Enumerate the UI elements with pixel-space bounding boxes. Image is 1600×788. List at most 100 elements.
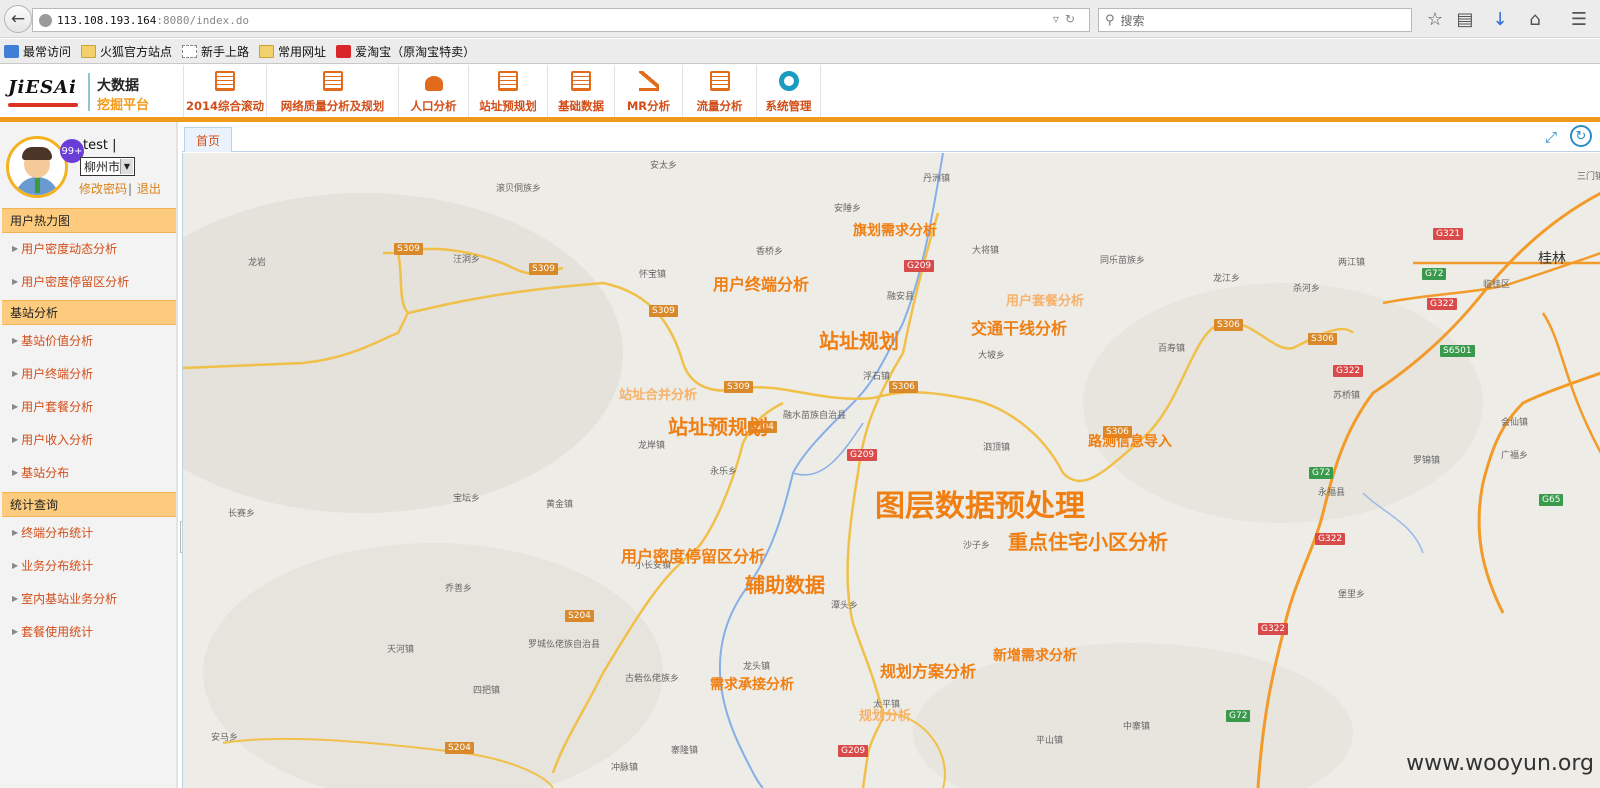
triangle-icon: ▶ bbox=[12, 594, 19, 603]
section-station[interactable]: 基站分析 bbox=[2, 300, 176, 325]
nav-item-base-data[interactable]: 基础数据 bbox=[548, 65, 615, 117]
road-tag: G65 bbox=[1539, 494, 1564, 506]
document-icon bbox=[498, 71, 518, 91]
map-view[interactable]: S309 S309 S309 S309 S204 G209 G209 S306 … bbox=[182, 153, 1600, 788]
bookmark-aitaobao[interactable]: 爱淘宝（原淘宝特卖） bbox=[336, 43, 475, 60]
reload-icon[interactable]: ▿↻ bbox=[1053, 12, 1081, 26]
change-password-link[interactable]: 修改密码 bbox=[79, 182, 127, 196]
town-label: 沙子乡 bbox=[963, 541, 991, 551]
nav-label: 站址预规划 bbox=[479, 99, 537, 113]
chart-icon bbox=[638, 71, 659, 91]
reading-list-icon[interactable]: ▤ bbox=[1454, 8, 1476, 30]
road-tag: S204 bbox=[565, 610, 594, 622]
road-tag: G321 bbox=[1433, 228, 1464, 240]
tab-home[interactable]: 首页 bbox=[184, 127, 232, 152]
logo-swoosh bbox=[8, 103, 78, 107]
menu-item-income[interactable]: ▶ 用户收入分析 bbox=[2, 423, 176, 456]
logo-text: JiESAi bbox=[8, 77, 77, 98]
bookmark-most-visited[interactable]: 最常访问 bbox=[4, 43, 71, 60]
nav-item-system[interactable]: 系统管理 bbox=[757, 65, 821, 117]
menu-item-service-stats[interactable]: ▶ 业务分布统计 bbox=[2, 549, 176, 582]
road-tag: G322 bbox=[1258, 623, 1289, 635]
bookmark-getting-started[interactable]: 新手上路 bbox=[182, 43, 249, 60]
nav-item-mr[interactable]: MR分析 bbox=[615, 65, 683, 117]
town-label: 古砦仫佬族乡 bbox=[625, 674, 680, 684]
tab-bar: 首页 ⤢ ↻ bbox=[182, 122, 1600, 152]
section-stats[interactable]: 统计查询 bbox=[2, 492, 176, 517]
bookmark-common-sites[interactable]: 常用网址 bbox=[259, 43, 326, 60]
town-label: 冲脉镇 bbox=[611, 763, 639, 773]
town-label: 平山镇 bbox=[1036, 736, 1064, 746]
overlay-label: 需求承接分析 bbox=[710, 677, 794, 693]
town-label: 同乐苗族乡 bbox=[1100, 256, 1146, 266]
fullscreen-icon[interactable]: ⤢ bbox=[1542, 128, 1560, 146]
nav-item-site-preplan[interactable]: 站址预规划 bbox=[469, 65, 548, 117]
user-links: 修改密码| 退出 bbox=[79, 180, 162, 197]
town-label: 安陲乡 bbox=[834, 204, 862, 214]
town-label: 长赛乡 bbox=[228, 509, 256, 519]
menu-item-terminal[interactable]: ▶ 用户终端分析 bbox=[2, 357, 176, 390]
section-heatmap[interactable]: 用户热力图 bbox=[2, 208, 176, 233]
brand-subtitle: 挖掘平台 bbox=[97, 98, 150, 113]
download-icon[interactable]: ↓ bbox=[1489, 8, 1511, 30]
search-input[interactable]: ⚲ 搜索 bbox=[1098, 8, 1412, 32]
menu-item-label: 套餐使用统计 bbox=[21, 625, 94, 639]
road-tag: G322 bbox=[1333, 365, 1364, 377]
menu-item-station-dist[interactable]: ▶ 基站分布 bbox=[2, 456, 176, 489]
nav-label: 2014综合滚动 bbox=[185, 99, 264, 113]
menu-item-density-dynamic[interactable]: ▶ 用户密度动态分析 bbox=[2, 232, 176, 265]
logout-link[interactable]: 退出 bbox=[137, 182, 161, 196]
link-separator: | bbox=[128, 182, 133, 196]
triangle-icon: ▶ bbox=[12, 402, 19, 411]
town-label: 百寿镇 bbox=[1158, 344, 1186, 354]
overlay-label: 图层数据预处理 bbox=[875, 489, 1085, 524]
nav-item-2014[interactable]: 2014综合滚动 bbox=[183, 65, 267, 117]
road-tag: S306 bbox=[1214, 319, 1243, 331]
gear-icon bbox=[778, 71, 799, 91]
town-label: 临桂区 bbox=[1483, 280, 1511, 290]
nav-item-network-quality[interactable]: 网络质量分析及规划 bbox=[267, 65, 399, 117]
home-icon[interactable]: ⌂ bbox=[1524, 8, 1546, 30]
town-label: 两江镇 bbox=[1338, 258, 1366, 268]
road-tag: G72 bbox=[1309, 467, 1334, 479]
city-select[interactable]: 柳州市 ▼ bbox=[80, 157, 135, 176]
overlay-label: 重点住宅小区分析 bbox=[1008, 530, 1168, 554]
menu-item-label: 用户密度动态分析 bbox=[21, 242, 118, 256]
nav-item-population[interactable]: 人口分析 bbox=[399, 65, 469, 117]
main-nav: 2014综合滚动 网络质量分析及规划 人口分析 站址预规划 基础数据 MR分析 … bbox=[183, 65, 821, 117]
refresh-icon[interactable]: ↻ bbox=[1570, 125, 1592, 147]
bookmark-star-icon[interactable]: ☆ bbox=[1424, 8, 1446, 30]
nav-item-traffic[interactable]: 流量分析 bbox=[683, 65, 757, 117]
page-icon bbox=[182, 44, 198, 58]
back-icon[interactable]: ← bbox=[4, 5, 32, 33]
username: test | bbox=[83, 138, 117, 153]
triangle-icon: ▶ bbox=[12, 336, 19, 345]
menu-item-terminal-stats[interactable]: ▶ 终端分布统计 bbox=[2, 516, 176, 549]
menu-item-label: 用户收入分析 bbox=[21, 433, 94, 447]
town-label: 怀宝镇 bbox=[639, 270, 667, 280]
triangle-icon: ▶ bbox=[12, 244, 19, 253]
triangle-icon: ▶ bbox=[12, 468, 19, 477]
menu-icon[interactable]: ☰ bbox=[1568, 8, 1590, 30]
bookmark-firefox-site[interactable]: 火狐官方站点 bbox=[81, 43, 172, 60]
menu-item-package[interactable]: ▶ 用户套餐分析 bbox=[2, 390, 176, 423]
town-label: 龙头镇 bbox=[743, 662, 771, 672]
town-label: 龙江乡 bbox=[1213, 274, 1241, 284]
city-label: 桂林 bbox=[1538, 251, 1566, 267]
bookmarks-toolbar: 最常访问 火狐官方站点 新手上路 常用网址 爱淘宝（原淘宝特卖） bbox=[0, 39, 1600, 64]
taobao-icon bbox=[336, 44, 352, 58]
document-icon bbox=[322, 71, 343, 91]
menu-item-density-stay[interactable]: ▶ 用户密度停留区分析 bbox=[2, 265, 176, 298]
menu-item-label: 终端分布统计 bbox=[21, 526, 94, 540]
url-path: :8080/index.do bbox=[156, 13, 250, 27]
brand-title: 大数据 bbox=[97, 78, 139, 94]
menu-item-indoor[interactable]: ▶ 室内基站业务分析 bbox=[2, 582, 176, 615]
road-tag: G322 bbox=[1315, 533, 1346, 545]
menu-item-package-usage[interactable]: ▶ 套餐使用统计 bbox=[2, 615, 176, 648]
town-label: 丹洲镇 bbox=[923, 174, 951, 184]
address-bar[interactable]: 113.108.193.164 :8080/index.do ▿↻ bbox=[32, 8, 1090, 32]
overlay-label: 旗划需求分析 bbox=[853, 223, 937, 239]
logo-divider bbox=[88, 73, 90, 111]
town-label: 罗城仫佬族自治县 bbox=[528, 640, 601, 650]
menu-item-station-value[interactable]: ▶ 基站价值分析 bbox=[2, 324, 176, 357]
